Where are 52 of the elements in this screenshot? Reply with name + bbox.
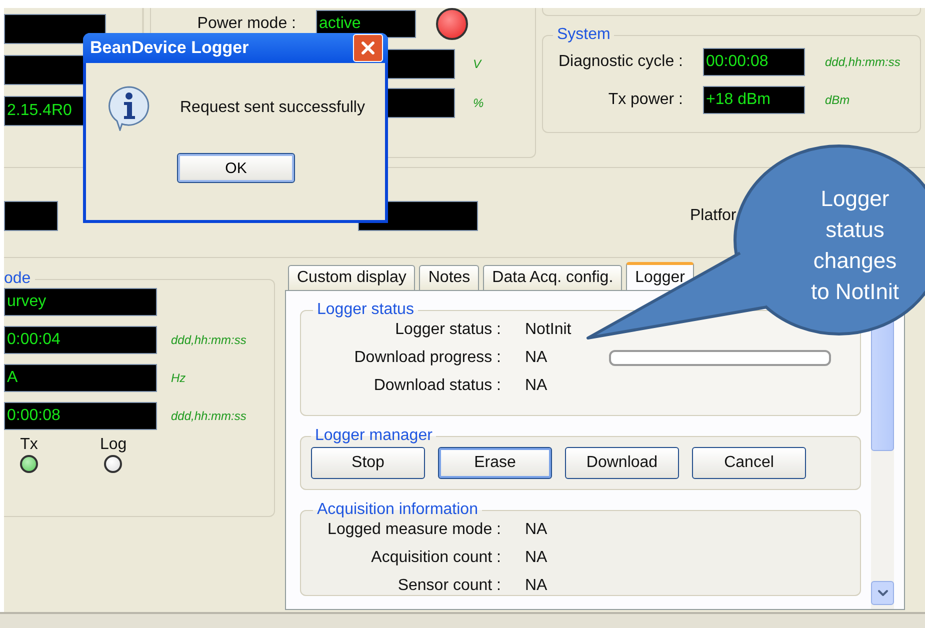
display-field: 0:00:08 xyxy=(4,402,157,430)
info-icon xyxy=(106,85,152,131)
field-label: Power mode : xyxy=(196,15,296,33)
field-label: Acquisition count : xyxy=(370,549,501,567)
callout-text: Logger status changes to NotInit xyxy=(810,185,900,306)
scroll-down-button[interactable] xyxy=(871,581,894,605)
action-button[interactable]: Download xyxy=(565,447,679,479)
display-field: A xyxy=(4,364,157,392)
field-label: Diagnostic cycle : xyxy=(558,53,683,71)
group-title: System xyxy=(556,26,612,44)
display-field: 00:00:08 xyxy=(703,48,805,76)
field-label: Tx power : xyxy=(607,91,683,109)
field-label: Logger status : xyxy=(394,321,501,339)
tab[interactable]: Notes xyxy=(419,265,480,290)
led-label: Tx xyxy=(20,436,38,454)
unit-label: % xyxy=(473,96,484,110)
group-title: Logger status xyxy=(316,301,415,319)
group-title: ode xyxy=(4,270,32,288)
unit-label: Hz xyxy=(171,371,186,385)
field-value: NA xyxy=(525,521,548,539)
close-button[interactable] xyxy=(353,34,383,62)
dialog-message: Request sent successfully xyxy=(180,99,365,117)
display-field: +18 dBm xyxy=(703,86,805,114)
field-label: Platfor xyxy=(690,206,736,224)
unit-label: ddd,hh:mm:ss xyxy=(825,55,900,69)
tab[interactable]: Custom display xyxy=(288,265,416,290)
field-label: Download progress : xyxy=(353,349,501,367)
unit-label: ddd,hh:mm:ss xyxy=(171,409,246,423)
ok-button[interactable]: OK xyxy=(177,153,295,183)
led-label: Log xyxy=(100,436,127,454)
field-value: NA xyxy=(525,549,548,567)
unit-label: V xyxy=(473,57,482,71)
action-button[interactable]: Erase xyxy=(438,447,552,479)
dialog-title: BeanDevice Logger xyxy=(90,38,249,58)
field-label: Sensor count : xyxy=(396,577,501,595)
tab[interactable]: Logger xyxy=(626,262,694,290)
display-field: 0:00:04 xyxy=(4,326,157,354)
group-title: Logger manager xyxy=(314,427,434,445)
group-title: Acquisition information xyxy=(316,501,479,519)
field-value: NA xyxy=(525,377,548,395)
tab[interactable]: Data Acq. config. xyxy=(483,265,622,290)
field-value: NA xyxy=(525,577,548,595)
field-value: NotInit xyxy=(525,321,572,339)
unit-label: ddd,hh:mm:ss xyxy=(171,333,246,347)
field-label: Logged measure mode : xyxy=(326,521,501,539)
unit-label: dBm xyxy=(825,93,850,107)
display-field: urvey xyxy=(4,288,157,316)
field-value: NA xyxy=(525,349,548,367)
action-button[interactable]: Stop xyxy=(311,447,425,479)
display-field xyxy=(4,200,58,230)
field-label: Download status : xyxy=(372,377,501,395)
action-button[interactable]: Cancel xyxy=(692,447,806,479)
